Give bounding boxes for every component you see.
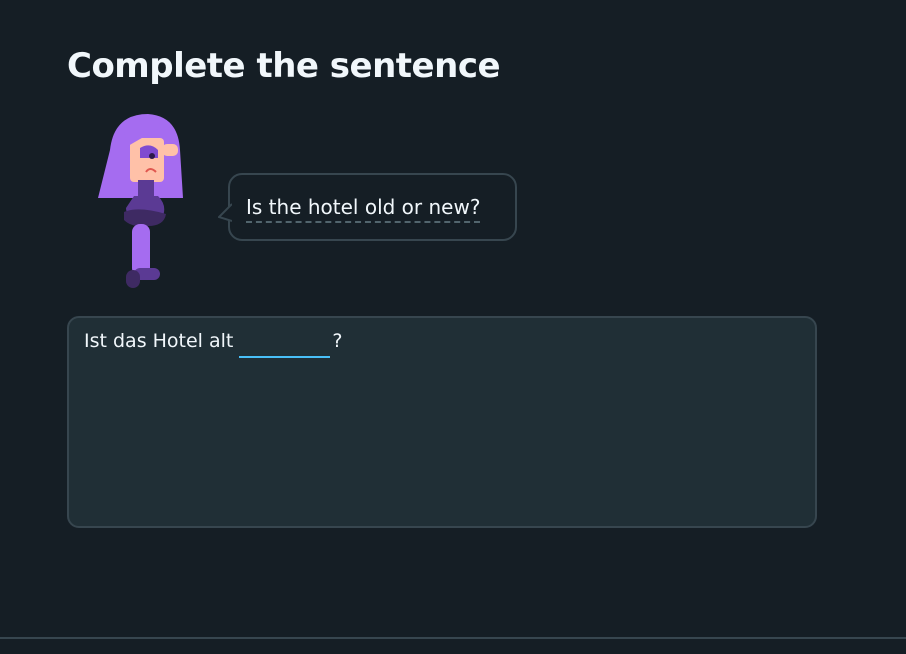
footer-divider bbox=[0, 637, 906, 639]
speech-bubble: Is the hotel old or new? bbox=[218, 173, 517, 241]
answer-panel: Ist das Hotel alt ? bbox=[67, 316, 817, 528]
exercise-page: Complete the sentence Is the hotel old o… bbox=[0, 0, 906, 654]
sentence-before-blank: Ist das Hotel alt bbox=[84, 330, 234, 352]
sentence-after-blank: ? bbox=[332, 330, 343, 352]
prompt-text[interactable]: Is the hotel old or new? bbox=[246, 195, 481, 223]
page-title: Complete the sentence bbox=[67, 46, 501, 86]
answer-blank-input[interactable] bbox=[239, 330, 331, 358]
character-illustration-icon bbox=[92, 110, 192, 292]
sentence: Ist das Hotel alt ? bbox=[84, 330, 342, 358]
